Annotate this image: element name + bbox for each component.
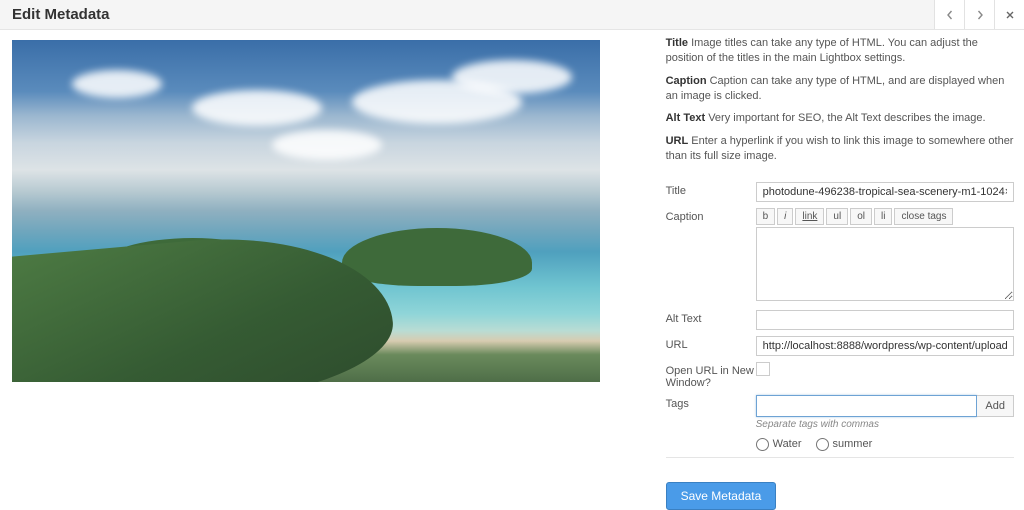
tag-radio-summer[interactable] xyxy=(816,438,829,451)
chevron-right-icon xyxy=(975,10,985,20)
help-title-label: Title xyxy=(666,37,688,49)
tags-label: Tags xyxy=(666,395,756,410)
tags-add-button[interactable]: Add xyxy=(977,395,1014,417)
ed-close-tags-button[interactable]: close tags xyxy=(894,208,953,225)
newwin-checkbox[interactable] xyxy=(756,362,770,376)
ed-bold-button[interactable]: b xyxy=(756,208,776,225)
tag-option-water[interactable]: Water xyxy=(756,438,802,451)
alt-text-input[interactable] xyxy=(756,310,1014,330)
next-button[interactable] xyxy=(964,0,994,29)
help-url-text: Enter a hyperlink if you wish to link th… xyxy=(666,135,1014,162)
ed-ul-button[interactable]: ul xyxy=(826,208,848,225)
ed-italic-button[interactable]: i xyxy=(777,208,793,225)
prev-button[interactable] xyxy=(934,0,964,29)
separator xyxy=(666,457,1014,458)
help-caption-label: Caption xyxy=(666,75,707,87)
ed-ol-button[interactable]: ol xyxy=(850,208,872,225)
tags-input[interactable] xyxy=(756,395,978,417)
sidebar: Title Image titles can take any type of … xyxy=(666,30,1024,510)
close-button[interactable] xyxy=(994,0,1024,29)
alt-label: Alt Text xyxy=(666,310,756,325)
chevron-left-icon xyxy=(945,10,955,20)
title-input[interactable] xyxy=(756,182,1014,202)
header-nav xyxy=(934,0,1024,29)
help-alt-text: Very important for SEO, the Alt Text des… xyxy=(708,112,985,124)
image-column xyxy=(0,30,666,510)
help-title-text: Image titles can take any type of HTML. … xyxy=(666,37,978,64)
newwin-label: Open URL in New Window? xyxy=(666,362,756,389)
metadata-form: Title Caption b i link ul ol li close ta… xyxy=(666,182,1014,510)
help-caption-text: Caption can take any type of HTML, and a… xyxy=(666,75,1005,102)
content: Title Image titles can take any type of … xyxy=(0,30,1024,510)
preview-image xyxy=(12,40,600,382)
tag-options: Water summer xyxy=(756,438,1014,451)
page-title: Edit Metadata xyxy=(12,6,110,23)
caption-textarea[interactable] xyxy=(756,227,1014,301)
ed-link-button[interactable]: link xyxy=(795,208,824,225)
save-metadata-button[interactable]: Save Metadata xyxy=(666,482,777,510)
close-icon xyxy=(1005,10,1015,20)
header-bar: Edit Metadata xyxy=(0,0,1024,30)
help-url-label: URL xyxy=(666,135,689,147)
tags-hint: Separate tags with commas xyxy=(756,419,1014,430)
url-label: URL xyxy=(666,336,756,351)
help-block: Title Image titles can take any type of … xyxy=(666,36,1014,164)
caption-label: Caption xyxy=(666,208,756,223)
tag-radio-water[interactable] xyxy=(756,438,769,451)
url-input[interactable] xyxy=(756,336,1014,356)
help-alt-label: Alt Text xyxy=(666,112,706,124)
caption-toolbar: b i link ul ol li close tags xyxy=(756,208,1014,225)
ed-li-button[interactable]: li xyxy=(874,208,892,225)
tag-option-summer[interactable]: summer xyxy=(816,438,873,451)
title-label: Title xyxy=(666,182,756,197)
